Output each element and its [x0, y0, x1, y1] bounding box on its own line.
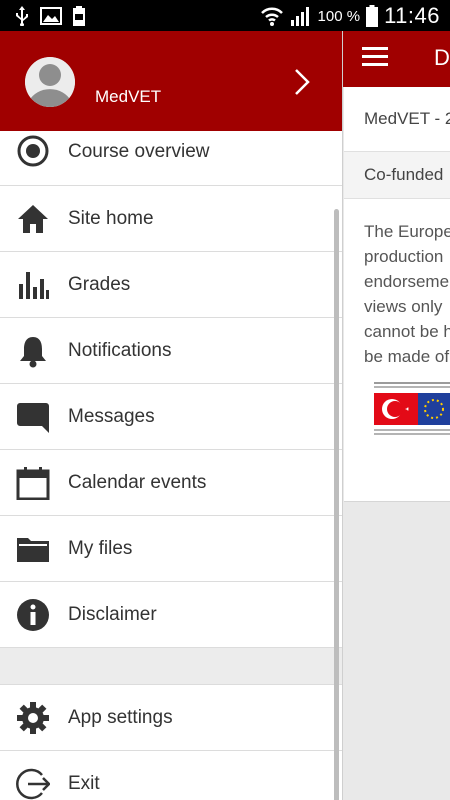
menu-item-label: Grades	[68, 274, 131, 295]
menu-item-label: App settings	[68, 707, 173, 728]
course-title-row[interactable]: MedVET - 2	[344, 87, 450, 152]
bell-icon	[20, 337, 46, 368]
drawer-menu: Course overview Site home Grades Notific…	[0, 131, 342, 800]
body-line: cannot be h	[364, 322, 450, 341]
drawer-header[interactable]: MedVET	[0, 31, 342, 131]
chevron-right-icon[interactable]	[292, 68, 314, 96]
menu-item-grades[interactable]: Grades	[0, 252, 342, 318]
battery-full-icon	[73, 6, 85, 26]
disclaimer-body: The Europe production endorseme views on…	[364, 219, 450, 369]
usb-icon	[16, 6, 28, 26]
menu-item-label: Notifications	[68, 340, 172, 361]
status-bar: 100 % 11:46	[0, 0, 450, 31]
avatar	[25, 57, 75, 107]
folder-icon	[17, 538, 49, 562]
menu-icon[interactable]	[362, 47, 388, 67]
grades-icon	[19, 272, 49, 299]
cofunded-row: Co-funded	[344, 152, 450, 199]
clock: 11:46	[384, 3, 440, 28]
menu-item-exit[interactable]: Exit	[0, 751, 342, 800]
menu-item-disclaimer[interactable]: Disclaimer	[0, 582, 342, 648]
app-bar: D	[342, 31, 450, 87]
username: MedVET	[95, 87, 162, 106]
cofunded-text: Co-funded	[364, 165, 444, 184]
menu-item-label: Calendar events	[68, 472, 207, 493]
menu-item-label: Disclaimer	[68, 604, 157, 625]
course-card: MedVET - 2 Co-funded The Europe producti…	[344, 87, 450, 502]
menu-item-my-files[interactable]: My files	[0, 516, 342, 582]
battery-percent: 100 %	[317, 7, 361, 25]
menu-item-app-settings[interactable]: App settings	[0, 685, 342, 751]
user-icon	[25, 57, 75, 107]
navigation-drawer: MedVET Course overview Site home Grades …	[0, 31, 343, 800]
battery-icon	[366, 5, 379, 27]
signal-icon	[290, 7, 309, 26]
calendar-icon	[16, 467, 50, 500]
main-content: MedVET - 2 Co-funded The Europe producti…	[342, 87, 450, 800]
body-line: views only	[364, 297, 443, 316]
menu-divider	[0, 648, 342, 685]
message-icon	[17, 403, 49, 433]
body-line: production	[364, 247, 444, 266]
menu-item-label: Course overview	[68, 141, 210, 162]
menu-item-messages[interactable]: Messages	[0, 384, 342, 450]
body-line: be made of	[364, 347, 450, 366]
info-icon	[17, 599, 49, 631]
menu-item-notifications[interactable]: Notifications	[0, 318, 342, 384]
home-icon	[18, 205, 48, 233]
gear-icon	[17, 702, 49, 734]
menu-item-calendar-events[interactable]: Calendar events	[0, 450, 342, 516]
eu-turkey-logo	[374, 382, 450, 435]
menu-item-label: Site home	[68, 208, 154, 229]
wifi-icon	[260, 7, 283, 26]
course-title: MedVET - 2	[364, 109, 450, 128]
course-overview-icon	[17, 135, 49, 167]
exit-icon	[16, 768, 50, 800]
app-title: D	[434, 45, 450, 70]
menu-item-course-overview[interactable]: Course overview	[0, 131, 342, 186]
drawer-scrollbar[interactable]	[334, 209, 339, 800]
menu-item-label: Exit	[68, 773, 100, 794]
menu-item-site-home[interactable]: Site home	[0, 186, 342, 252]
body-line: The Europe	[364, 222, 450, 241]
menu-item-label: Messages	[68, 406, 155, 427]
image-icon	[40, 7, 62, 25]
menu-item-label: My files	[68, 538, 133, 559]
body-line: endorseme	[364, 272, 450, 291]
